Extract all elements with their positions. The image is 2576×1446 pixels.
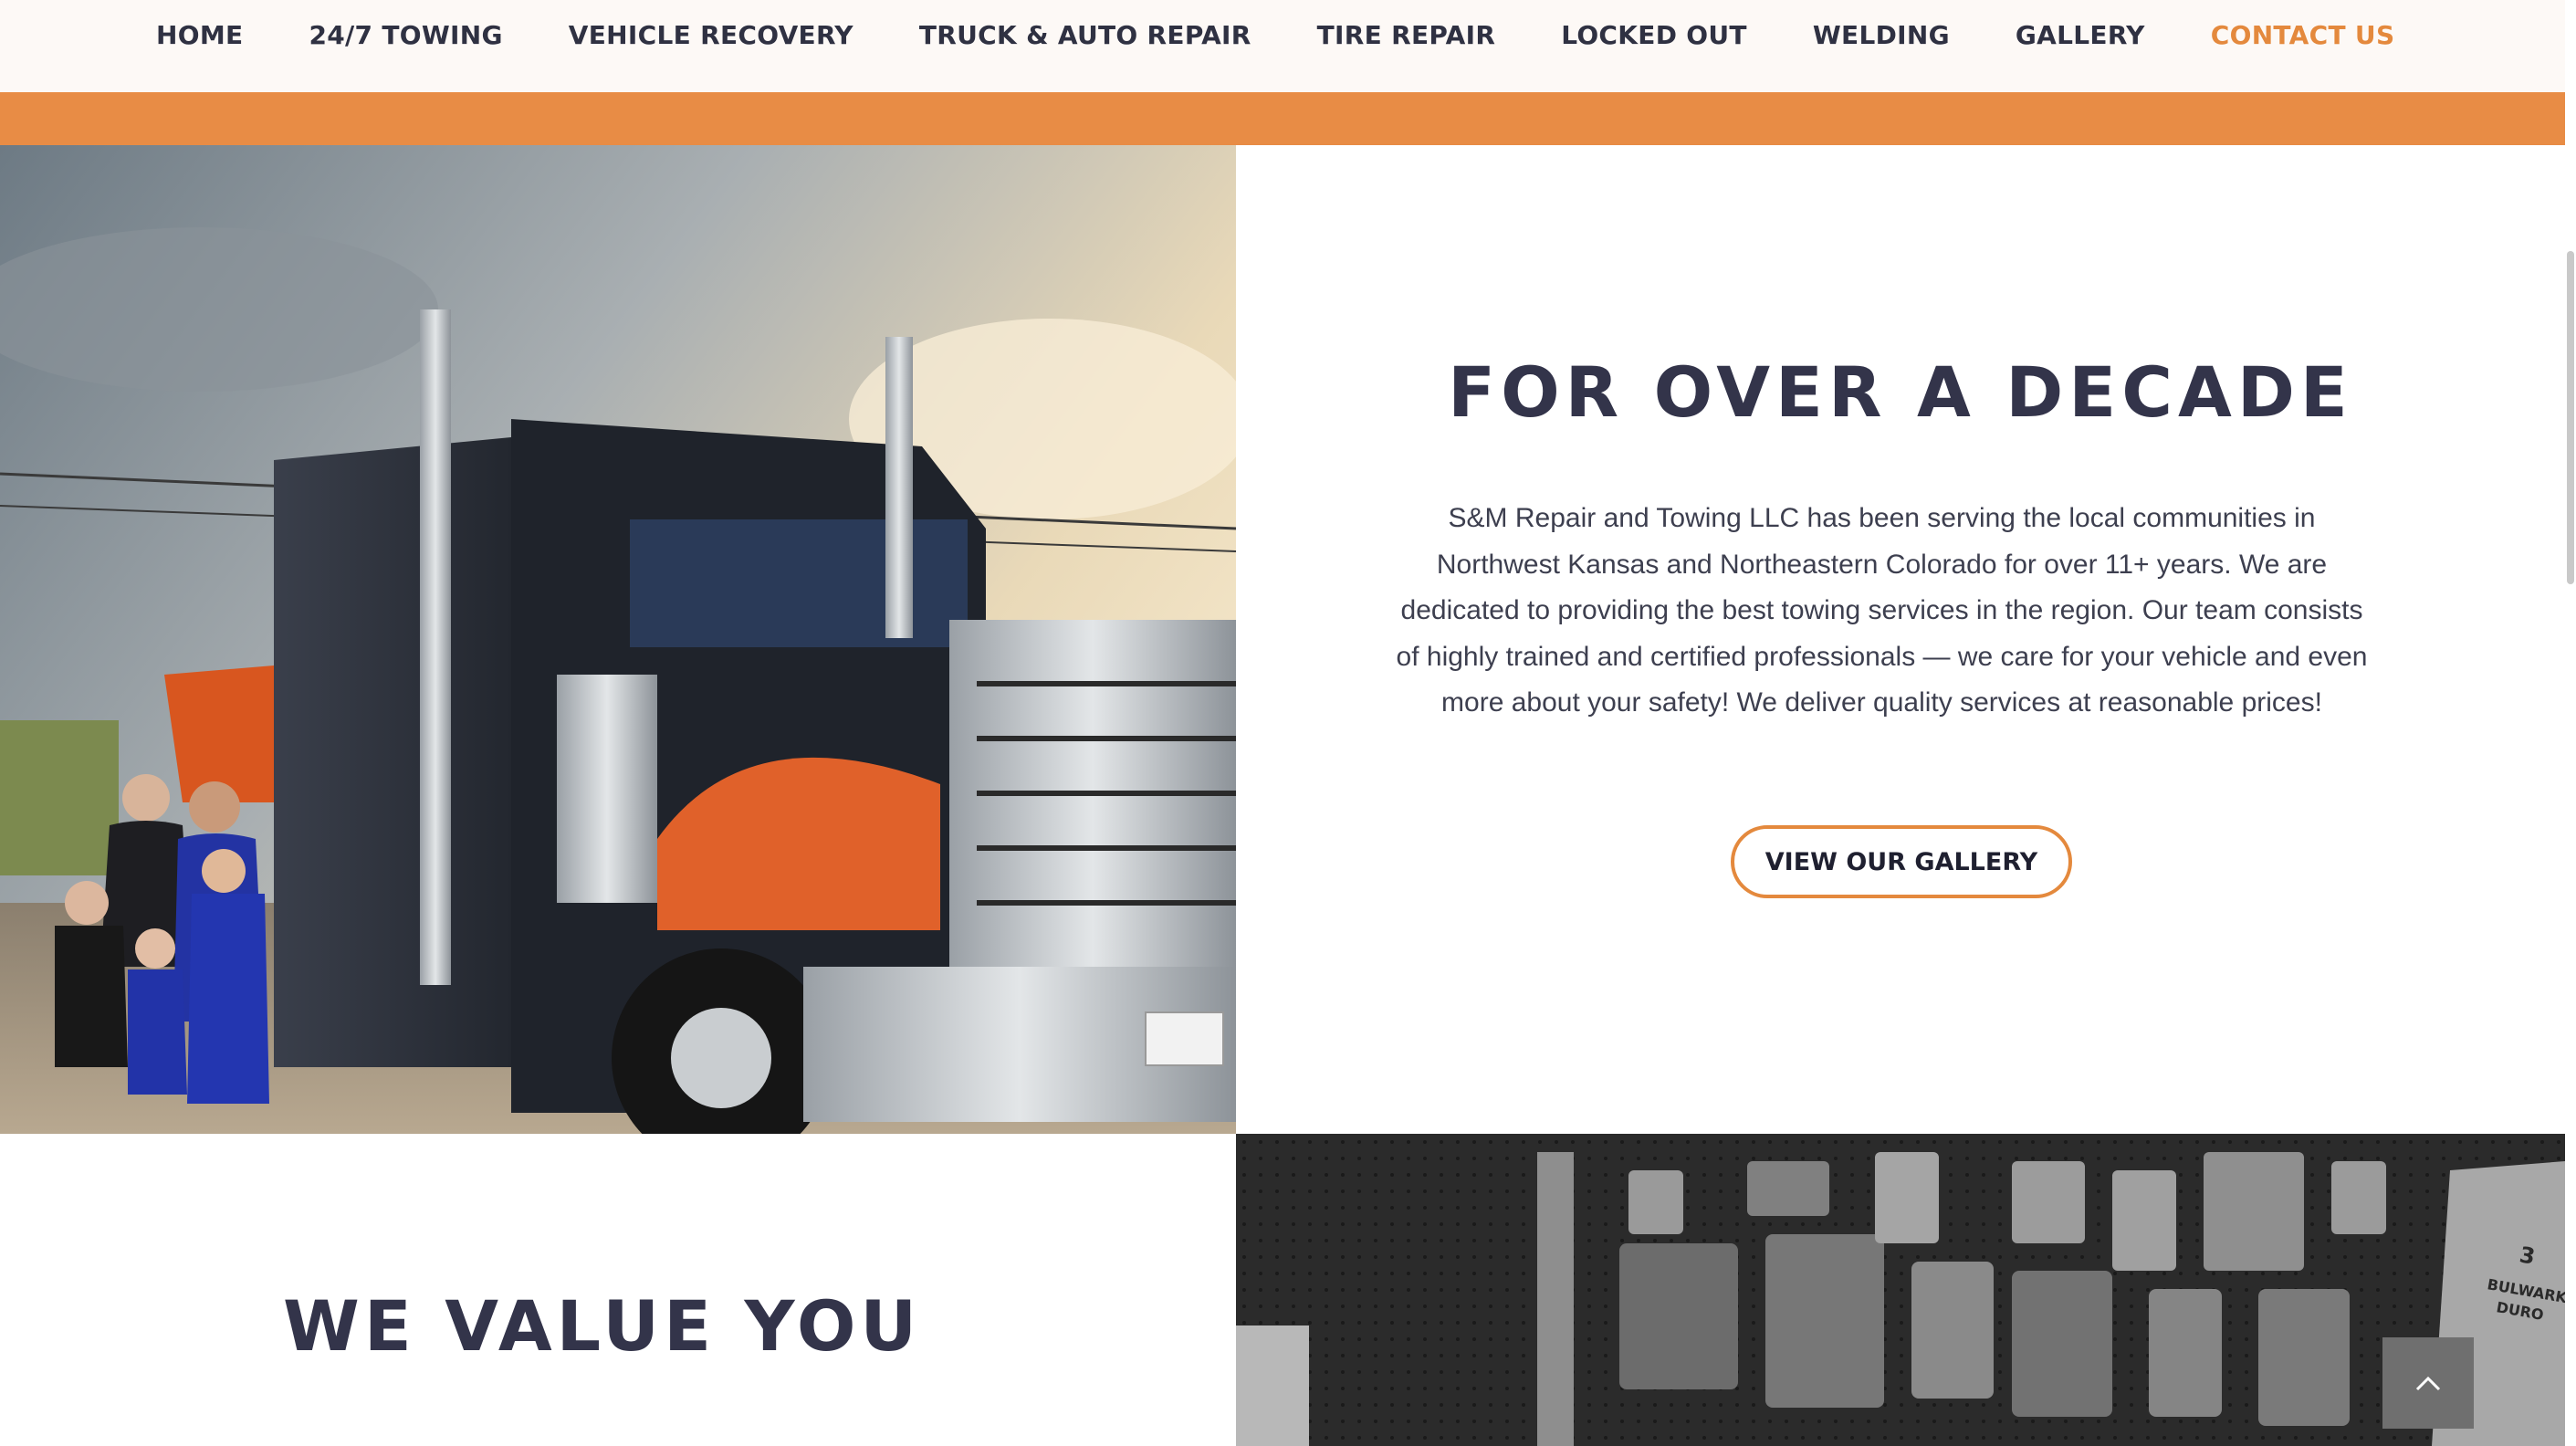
hero-description: S&M Repair and Towing LLC has been servi… bbox=[1396, 503, 2368, 718]
nav-list: HOME 24/7 TOWING VEHICLE RECOVERY TRUCK & A… bbox=[156, 20, 2460, 50]
accent-band bbox=[0, 92, 2565, 145]
scrollbar-track[interactable] bbox=[2565, 0, 2576, 1446]
nav-item-vehicle-recovery[interactable]: VEHICLE RECOVERY bbox=[569, 20, 853, 50]
hero-content: FOR OVER A DECADE S&M Repair and Towing … bbox=[1236, 145, 2565, 1134]
scrollbar-thumb[interactable] bbox=[2567, 251, 2574, 584]
value-title: WE VALUE YOU bbox=[283, 1285, 922, 1367]
nav-item-truck-auto-repair[interactable]: TRUCK & AUTO REPAIR bbox=[919, 20, 1251, 50]
nav-item-home[interactable]: HOME bbox=[156, 20, 243, 50]
nav-item-tire-repair[interactable]: TIRE REPAIR bbox=[1317, 20, 1496, 50]
nav-item-locked-out[interactable]: LOCKED OUT bbox=[1561, 20, 1747, 50]
nav-item-contact-us[interactable]: CONTACT US bbox=[2211, 20, 2395, 50]
hero-title: FOR OVER A DECADE bbox=[1448, 351, 2353, 433]
nav-item-24-7-towing[interactable]: 24/7 TOWING bbox=[309, 20, 502, 50]
top-navigation: HOME 24/7 TOWING VEHICLE RECOVERY TRUCK & A… bbox=[0, 0, 2565, 92]
value-section: WE VALUE YOU bbox=[0, 1134, 1236, 1446]
tow-truck-family-image bbox=[0, 145, 1236, 1134]
back-to-top-button[interactable] bbox=[2382, 1337, 2474, 1429]
nav-item-gallery[interactable]: GALLERY bbox=[2016, 20, 2145, 50]
nav-item-welding[interactable]: WELDING bbox=[1813, 20, 1950, 50]
hero-photo bbox=[0, 145, 1236, 1134]
view-gallery-button[interactable]: VIEW OUR GALLERY bbox=[1731, 825, 2072, 898]
chevron-up-icon bbox=[2415, 1376, 2441, 1391]
parts-photo: 3 BULWARK DURO bbox=[1236, 1134, 2565, 1446]
parts-wall-image: 3 BULWARK DURO bbox=[1236, 1134, 2565, 1446]
